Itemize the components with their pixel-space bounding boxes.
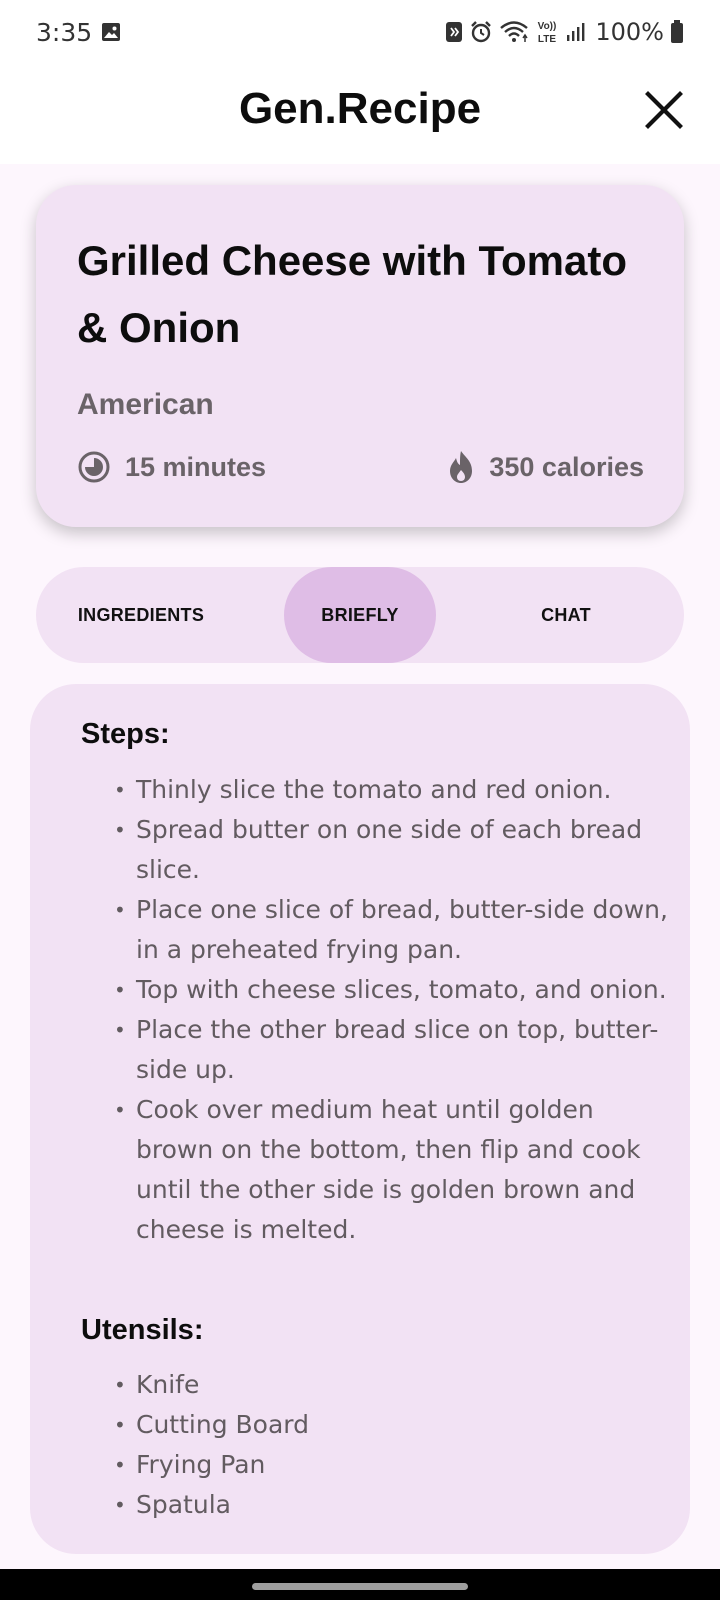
utensil-item: Frying Pan (114, 1445, 674, 1485)
steps-list: Thinly slice the tomato and red onion. S… (114, 770, 674, 1250)
nfc-icon (446, 22, 463, 42)
flame-icon (450, 451, 473, 483)
battery-icon (671, 20, 683, 43)
recipe-summary-card: Grilled Cheese with Tomato & Onion Ameri… (36, 185, 684, 527)
step-item: Top with cheese slices, tomato, and onio… (114, 970, 674, 1010)
utensil-item: Cutting Board (114, 1405, 674, 1445)
volte-icon: Vo)) LTE (538, 21, 557, 45)
tab-briefly[interactable]: BRIEFLY (284, 567, 436, 663)
system-navigation-bar (0, 1569, 720, 1600)
recipe-details-card: Steps: Thinly slice the tomato and red o… (30, 684, 690, 1554)
volte-label-top: Vo)) (538, 21, 557, 32)
close-icon[interactable] (644, 90, 684, 130)
step-item: Place one slice of bread, butter-side do… (114, 890, 674, 970)
signal-icon (567, 23, 585, 41)
tab-chat[interactable]: CHAT (496, 567, 636, 663)
recipe-cuisine: American (77, 388, 214, 421)
timer-icon (78, 451, 110, 483)
app-header: Gen.Recipe (0, 66, 720, 164)
calories-label: 350 calories (489, 451, 644, 482)
tab-ingredients[interactable]: INGREDIENTS (66, 567, 216, 663)
steps-heading: Steps: (81, 718, 170, 750)
home-gesture-handle[interactable] (252, 1583, 468, 1590)
volte-label-bottom: LTE (538, 34, 556, 45)
status-icons: Vo)) LTE 100% (445, 18, 684, 46)
battery-percentage: 100% (595, 18, 664, 46)
wifi-icon (500, 21, 529, 42)
utensil-item: Spatula (114, 1485, 674, 1525)
step-item: Spread butter on one side of each bread … (114, 810, 674, 890)
utensil-item: Knife (114, 1365, 674, 1405)
gallery-icon (102, 23, 120, 41)
cook-time-label: 15 minutes (125, 451, 267, 482)
step-item: Cook over medium heat until golden brown… (114, 1090, 674, 1250)
utensils-heading: Utensils: (81, 1314, 204, 1346)
alarm-icon (471, 21, 492, 43)
calories: 350 calories (447, 450, 644, 484)
app-title: Gen.Recipe (238, 84, 482, 133)
status-bar: 3:35 Vo)) LTE 100% (0, 0, 720, 66)
step-item: Thinly slice the tomato and red onion. (114, 770, 674, 810)
tab-bar: INGREDIENTS BRIEFLY CHAT (36, 567, 684, 663)
step-item: Place the other bread slice on top, butt… (114, 1010, 674, 1090)
status-time: 3:35 (36, 18, 93, 47)
utensils-list: Knife Cutting Board Frying Pan Spatula (114, 1365, 674, 1525)
cook-time: 15 minutes (77, 450, 266, 484)
recipe-title: Grilled Cheese with Tomato & Onion (77, 237, 627, 351)
